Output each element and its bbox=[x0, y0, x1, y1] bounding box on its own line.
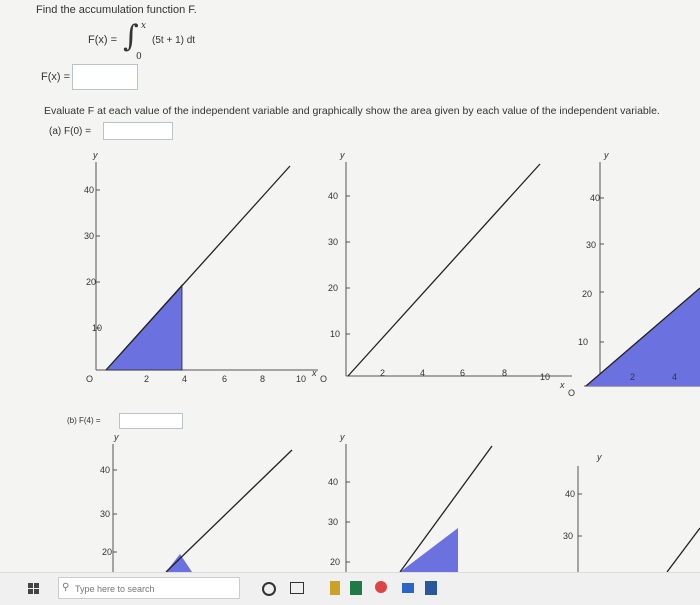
y-tick-label: 40 bbox=[84, 185, 94, 195]
y-tick-label: 20 bbox=[582, 289, 592, 299]
integrand: (5t + 1) dt bbox=[152, 35, 196, 46]
origin-label: O bbox=[568, 388, 575, 398]
origin-label: O bbox=[86, 374, 93, 384]
y-axis-label: y bbox=[339, 432, 345, 442]
y-tick-label: 30 bbox=[100, 509, 110, 519]
graph-a3[interactable]: y 40 30 20 10 O 2 4 bbox=[560, 148, 700, 398]
x-tick-label: 2 bbox=[144, 374, 149, 384]
shaded-area bbox=[400, 528, 458, 572]
x-tick-label: 2 bbox=[630, 372, 635, 382]
y-tick-label: 40 bbox=[565, 489, 575, 499]
graph-b3[interactable]: y 40 30 20 bbox=[555, 430, 700, 582]
integral-sign: ∫ bbox=[123, 19, 139, 54]
search-placeholder: Type here to search bbox=[75, 584, 155, 594]
y-tick-label: 30 bbox=[328, 517, 338, 527]
graph-a1[interactable]: y 40 30 20 10 O 2 4 6 8 10 x bbox=[60, 148, 330, 388]
part-a-label: (a) F(0) = bbox=[49, 126, 91, 137]
x-tick-label: 6 bbox=[460, 368, 465, 378]
y-axis-label: y bbox=[596, 452, 602, 462]
function-line bbox=[165, 449, 293, 573]
part-a-answer-input[interactable] bbox=[103, 122, 173, 140]
function-line bbox=[105, 165, 291, 371]
y-tick-label: 10 bbox=[330, 329, 340, 339]
x-tick-label: 4 bbox=[420, 368, 425, 378]
y-axis-label: y bbox=[603, 150, 609, 160]
y-tick-label: 40 bbox=[328, 191, 338, 201]
x-tick-label: 4 bbox=[182, 374, 187, 384]
function-line bbox=[347, 163, 541, 377]
evaluate-prompt: Evaluate F at each value of the independ… bbox=[44, 105, 660, 117]
y-axis-label: y bbox=[113, 432, 119, 442]
problem-prompt: Find the accumulation function F. bbox=[36, 4, 197, 16]
function-definition-lhs: F(x) = bbox=[88, 34, 118, 46]
task-view-icon[interactable] bbox=[290, 582, 304, 594]
x-tick-label: 10 bbox=[540, 372, 550, 382]
origin-label: O bbox=[320, 374, 327, 384]
graph-b2[interactable]: y 40 30 20 bbox=[310, 430, 500, 573]
y-tick-label: 40 bbox=[590, 193, 600, 203]
app-icon[interactable] bbox=[350, 581, 362, 595]
part-b-answer-input[interactable] bbox=[119, 413, 183, 429]
part-b-label: (b) F(4) = bbox=[67, 416, 101, 425]
y-tick-label: 20 bbox=[86, 277, 96, 287]
y-tick-label: 10 bbox=[92, 323, 102, 333]
y-tick-label: 30 bbox=[84, 231, 94, 241]
search-icon: ⚲ bbox=[62, 582, 70, 593]
integral-lower-limit: 0 bbox=[136, 52, 142, 62]
app-icon[interactable] bbox=[402, 583, 414, 593]
y-tick-label: 30 bbox=[563, 531, 573, 541]
shaded-area bbox=[166, 554, 192, 572]
windows-start-icon[interactable] bbox=[28, 583, 40, 595]
y-tick-label: 40 bbox=[100, 465, 110, 475]
y-tick-label: 20 bbox=[102, 547, 112, 557]
y-tick-label: 10 bbox=[578, 337, 588, 347]
y-axis-label: y bbox=[339, 150, 345, 160]
search-input[interactable]: ⚲ Type here to search bbox=[58, 577, 240, 599]
answer-label: F(x) = bbox=[41, 71, 71, 83]
y-tick-label: 30 bbox=[586, 240, 596, 250]
x-tick-label: 4 bbox=[672, 372, 677, 382]
y-axis-label: y bbox=[92, 150, 98, 160]
x-tick-label: 8 bbox=[260, 374, 265, 384]
taskbar: ⚲ Type here to search bbox=[0, 572, 700, 605]
y-tick-label: 40 bbox=[328, 477, 338, 487]
y-tick-label: 30 bbox=[328, 237, 338, 247]
integral-upper-limit: x bbox=[141, 21, 147, 31]
x-tick-label: 8 bbox=[502, 368, 507, 378]
graph-b1[interactable]: y 40 30 20 bbox=[80, 430, 300, 573]
cortana-circle-icon[interactable] bbox=[262, 582, 276, 596]
x-tick-label: 2 bbox=[380, 368, 385, 378]
fx-answer-input[interactable] bbox=[72, 64, 138, 90]
x-tick-label: 10 bbox=[296, 374, 306, 384]
y-tick-label: 20 bbox=[330, 557, 340, 567]
app-icon[interactable] bbox=[425, 581, 437, 595]
function-line bbox=[666, 527, 700, 573]
app-icon[interactable] bbox=[375, 581, 387, 593]
graph-a2[interactable]: y 40 30 20 10 O 2 4 6 8 10 x bbox=[310, 148, 580, 390]
app-icon[interactable] bbox=[330, 581, 340, 595]
y-tick-label: 20 bbox=[328, 283, 338, 293]
x-tick-label: 6 bbox=[222, 374, 227, 384]
